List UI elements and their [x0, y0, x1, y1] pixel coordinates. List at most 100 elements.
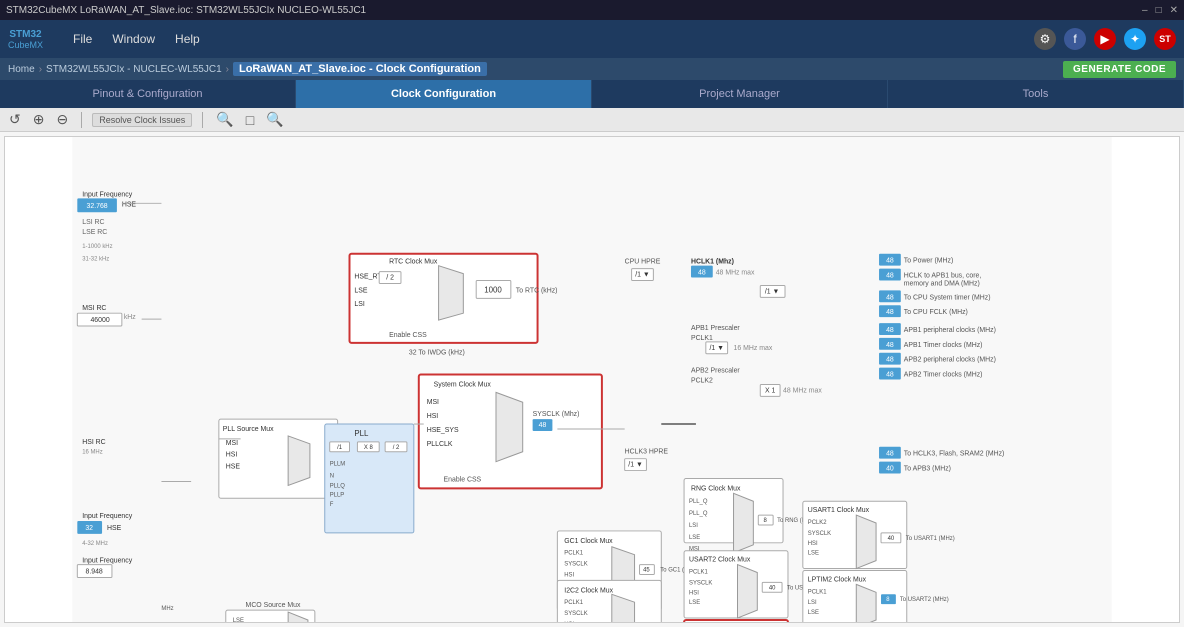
svg-text:HSI RC: HSI RC: [82, 439, 105, 446]
svg-text:PLL_Q: PLL_Q: [689, 499, 708, 505]
generate-code-button[interactable]: GENERATE CODE: [1063, 61, 1176, 78]
svg-text:memory and DMA (MHz): memory and DMA (MHz): [904, 280, 980, 287]
svg-text:1-1000 kHz: 1-1000 kHz: [82, 244, 112, 250]
svg-text:F: F: [330, 502, 334, 508]
svg-text:PLL_Q: PLL_Q: [689, 511, 708, 517]
svg-text:HCLK1 (Mhz): HCLK1 (Mhz): [691, 259, 734, 266]
svg-text:Input Frequency: Input Frequency: [82, 513, 132, 520]
breadcrumb-current[interactable]: LoRaWAN_AT_Slave.ioc - Clock Configurati…: [233, 62, 487, 76]
svg-text:HSI: HSI: [808, 541, 818, 547]
zoom-in-icon[interactable]: ⊕: [30, 111, 48, 128]
svg-text:PCLK1: PCLK1: [564, 551, 583, 557]
svg-text:40: 40: [886, 466, 894, 473]
resolve-clock-button[interactable]: Resolve Clock Issues: [92, 113, 192, 127]
svg-text:PLLQ: PLLQ: [330, 483, 346, 489]
svg-text:/ 2: / 2: [386, 275, 394, 282]
svg-text:32 To IWDG (kHz): 32 To IWDG (kHz): [409, 350, 465, 357]
tab-project-manager[interactable]: Project Manager: [592, 80, 888, 108]
svg-text:48: 48: [886, 327, 894, 334]
svg-text:1000: 1000: [484, 285, 502, 294]
svg-text:LSI RC: LSI RC: [82, 219, 104, 226]
svg-text:APB2 peripheral clocks (MHz): APB2 peripheral clocks (MHz): [904, 357, 996, 364]
svg-text:48: 48: [886, 273, 894, 280]
st-icon[interactable]: ST: [1154, 28, 1176, 50]
svg-text:PCLK2: PCLK2: [691, 377, 713, 384]
tab-pinout[interactable]: Pinout & Configuration: [0, 80, 296, 108]
svg-text:/1: /1: [337, 445, 342, 451]
svg-text:48: 48: [886, 294, 894, 301]
svg-text:SYSCLK: SYSCLK: [564, 611, 587, 617]
twitter-icon[interactable]: ✦: [1124, 28, 1146, 50]
svg-text:Enable CSS: Enable CSS: [389, 332, 427, 339]
svg-text:/1 ▼: /1 ▼: [765, 288, 780, 295]
svg-text:40: 40: [769, 585, 776, 591]
svg-text:46000: 46000: [90, 317, 109, 324]
menu-window[interactable]: Window: [112, 32, 155, 46]
undo-icon[interactable]: ↺: [6, 111, 24, 128]
menu-help[interactable]: Help: [175, 32, 200, 46]
svg-text:48: 48: [886, 342, 894, 349]
svg-text:Enable CSS: Enable CSS: [444, 476, 482, 483]
svg-text:LSI: LSI: [689, 523, 698, 529]
svg-text:40: 40: [888, 536, 895, 542]
svg-text:MHz: MHz: [161, 606, 173, 612]
svg-text:LSE: LSE: [808, 610, 819, 616]
fit-icon[interactable]: □: [243, 112, 257, 128]
svg-text:LSE: LSE: [233, 618, 244, 622]
svg-text:LSE: LSE: [354, 287, 367, 294]
svg-text:PLLCLK: PLLCLK: [427, 441, 453, 448]
svg-text:PCLK1: PCLK1: [689, 570, 708, 576]
svg-text:HSE_SYS: HSE_SYS: [427, 427, 459, 434]
minimize-btn[interactable]: –: [1142, 5, 1148, 16]
svg-text:HSE: HSE: [107, 525, 122, 532]
svg-text:Input Frequency: Input Frequency: [82, 191, 132, 198]
close-btn[interactable]: ✕: [1170, 5, 1178, 16]
svg-text:16 MHz max: 16 MHz max: [734, 345, 773, 352]
menu-file[interactable]: File: [73, 32, 92, 46]
svg-text:PCLK1: PCLK1: [564, 600, 583, 606]
svg-text:HSI: HSI: [427, 413, 439, 420]
logo-cubemx: CubeMX: [8, 40, 43, 50]
zoom-icon[interactable]: 🔍: [263, 111, 286, 128]
svg-text:HCLK to APB1 bus, core,: HCLK to APB1 bus, core,: [904, 273, 982, 280]
title-text: STM32CubeMX LoRaWAN_AT_Slave.ioc: STM32W…: [6, 5, 366, 16]
svg-text:MSI: MSI: [226, 440, 238, 447]
facebook-icon[interactable]: f: [1064, 28, 1086, 50]
breadcrumb-home[interactable]: Home: [8, 64, 35, 75]
logo: STM32 CubeMX: [8, 29, 43, 50]
svg-text:To HCLK3, Flash, SRAM2 (MHz): To HCLK3, Flash, SRAM2 (MHz): [904, 451, 1005, 458]
svg-text:32: 32: [85, 525, 93, 532]
svg-text:48 MHz max: 48 MHz max: [716, 270, 755, 277]
breadcrumb-device[interactable]: STM32WL55JCIx - NUCLEC-WL55JC1: [46, 64, 222, 75]
diagram-svg: Input Frequency 32.768 HSE LSI RC LSE RC…: [5, 137, 1179, 622]
clock-diagram[interactable]: Input Frequency 32.768 HSE LSI RC LSE RC…: [4, 136, 1180, 623]
svg-text:APB1 peripheral clocks (MHz): APB1 peripheral clocks (MHz): [904, 327, 996, 334]
svg-text:PLL Source Mux: PLL Source Mux: [223, 426, 274, 433]
tab-bar: Pinout & Configuration Clock Configurati…: [0, 80, 1184, 108]
title-bar: STM32CubeMX LoRaWAN_AT_Slave.ioc: STM32W…: [0, 0, 1184, 20]
settings-icon[interactable]: ⚙: [1034, 28, 1056, 50]
maximize-btn[interactable]: □: [1156, 5, 1162, 16]
svg-text:SYSCLK (Mhz): SYSCLK (Mhz): [533, 411, 580, 418]
svg-text:To APB3 (MHz): To APB3 (MHz): [904, 466, 951, 473]
svg-text:SYSCLK: SYSCLK: [564, 562, 587, 568]
svg-text:To CPU System timer (MHz): To CPU System timer (MHz): [904, 294, 991, 301]
svg-text:kHz: kHz: [124, 314, 136, 321]
svg-text:/1 ▼: /1 ▼: [635, 272, 650, 279]
svg-text:To RTC (kHz): To RTC (kHz): [516, 287, 558, 294]
zoom-out-icon[interactable]: ⊖: [53, 111, 71, 128]
tab-tools[interactable]: Tools: [888, 80, 1184, 108]
youtube-icon[interactable]: ▶: [1094, 28, 1116, 50]
search-icon[interactable]: 🔍: [213, 111, 236, 128]
svg-text:PCLK1: PCLK1: [691, 335, 713, 342]
svg-text:RTC Clock Mux: RTC Clock Mux: [389, 259, 438, 266]
svg-text:16 MHz: 16 MHz: [82, 450, 102, 456]
svg-text:48: 48: [886, 258, 894, 265]
tab-clock[interactable]: Clock Configuration: [296, 80, 592, 108]
toolbar-separator: [81, 112, 82, 128]
svg-text:48: 48: [539, 422, 547, 429]
svg-text:HSI: HSI: [226, 452, 238, 459]
window-controls[interactable]: – □ ✕: [1142, 5, 1178, 16]
breadcrumb-sep-2: ›: [226, 64, 229, 75]
svg-text:Input Frequency: Input Frequency: [82, 558, 132, 565]
